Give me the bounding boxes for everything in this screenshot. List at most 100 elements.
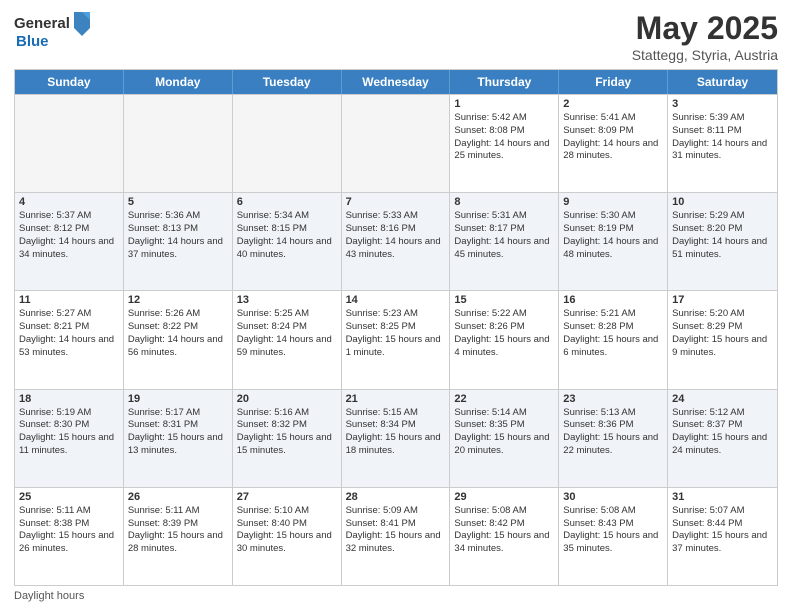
sunrise-text: Sunrise: 5:10 AM — [237, 505, 337, 518]
sunrise-text: Sunrise: 5:29 AM — [672, 210, 773, 223]
calendar-day-cell: 23 Sunrise: 5:13 AMSunset: 8:36 PMDayligh… — [559, 390, 668, 487]
sunset-text: Sunset: 8:15 PM — [237, 223, 337, 236]
day-number: 10 — [672, 196, 773, 208]
sunrise-text: Sunrise: 5:21 AM — [563, 308, 663, 321]
sunset-text: Sunset: 8:20 PM — [672, 223, 773, 236]
sunrise-text: Sunrise: 5:33 AM — [346, 210, 446, 223]
sunrise-text: Sunrise: 5:14 AM — [454, 407, 554, 420]
day-number: 1 — [454, 98, 554, 110]
sunrise-text: Sunrise: 5:34 AM — [237, 210, 337, 223]
sunset-text: Sunset: 8:34 PM — [346, 419, 446, 432]
daylight-text: Daylight: 14 hours and 53 minutes. — [19, 334, 119, 360]
day-number: 8 — [454, 196, 554, 208]
sunrise-text: Sunrise: 5:39 AM — [672, 112, 773, 125]
sunset-text: Sunset: 8:36 PM — [563, 419, 663, 432]
calendar-week-row: 1Sunrise: 5:42 AMSunset: 8:08 PMDaylight… — [15, 94, 777, 192]
sunrise-text: Sunrise: 5:07 AM — [672, 505, 773, 518]
day-number: 7 — [346, 196, 446, 208]
calendar-day-cell — [233, 95, 342, 192]
daylight-text: Daylight: 14 hours and 40 minutes. — [237, 236, 337, 262]
day-number: 29 — [454, 491, 554, 503]
calendar-day-cell: 11Sunrise: 5:27 AMSunset: 8:21 PMDayligh… — [15, 291, 124, 388]
day-number: 16 — [563, 294, 663, 306]
calendar-day-cell: 6Sunrise: 5:34 AMSunset: 8:15 PMDaylight… — [233, 193, 342, 290]
sunset-text: Sunset: 8:12 PM — [19, 223, 119, 236]
calendar-day-cell: 20Sunrise: 5:16 AMSunset: 8:32 PMDayligh… — [233, 390, 342, 487]
calendar-body: 1Sunrise: 5:42 AMSunset: 8:08 PMDaylight… — [15, 94, 777, 585]
calendar-day-cell: 17 Sunrise: 5:20 AMSunset: 8:29 PMDayligh… — [668, 291, 777, 388]
sunrise-text: Sunrise: 5:13 AM — [563, 407, 663, 420]
calendar-day-cell: 2Sunrise: 5:41 AMSunset: 8:09 PMDaylight… — [559, 95, 668, 192]
sunset-text: Sunset: 8:38 PM — [19, 518, 119, 531]
day-number: 9 — [563, 196, 663, 208]
daylight-text: Daylight: 14 hours and 56 minutes. — [128, 334, 228, 360]
sunset-text: Sunset: 8:19 PM — [563, 223, 663, 236]
day-number: 31 — [672, 491, 773, 503]
daylight-text: Daylight: 15 hours and 28 minutes. — [128, 530, 228, 556]
calendar-day-cell: 3Sunrise: 5:39 AMSunset: 8:11 PMDaylight… — [668, 95, 777, 192]
calendar-day-cell: 7Sunrise: 5:33 AMSunset: 8:16 PMDaylight… — [342, 193, 451, 290]
daylight-text: Daylight: 15 hours and 30 minutes. — [237, 530, 337, 556]
calendar-day-cell: 22Sunrise: 5:14 AMSunset: 8:35 PMDayligh… — [450, 390, 559, 487]
day-number: 17 — [672, 294, 773, 306]
sunrise-text: Sunrise: 5:19 AM — [19, 407, 119, 420]
sunset-text: Sunset: 8:41 PM — [346, 518, 446, 531]
calendar-day-header: Friday — [559, 70, 668, 94]
day-number: 4 — [19, 196, 119, 208]
sunrise-text: Sunrise: 5:20 AM — [672, 308, 773, 321]
day-number: 15 — [454, 294, 554, 306]
sunset-text: Sunset: 8:43 PM — [563, 518, 663, 531]
sunset-text: Sunset: 8:16 PM — [346, 223, 446, 236]
day-number: 30 — [563, 491, 663, 503]
calendar-day-cell: 25Sunrise: 5:11 AMSunset: 8:38 PMDayligh… — [15, 488, 124, 585]
calendar-day-cell: 15Sunrise: 5:22 AMSunset: 8:26 PMDayligh… — [450, 291, 559, 388]
calendar-day-cell — [15, 95, 124, 192]
day-number: 26 — [128, 491, 228, 503]
calendar-day-cell: 16Sunrise: 5:21 AMSunset: 8:28 PMDayligh… — [559, 291, 668, 388]
calendar: SundayMondayTuesdayWednesdayThursdayFrid… — [14, 69, 778, 586]
sunset-text: Sunset: 8:11 PM — [672, 125, 773, 138]
calendar-day-header: Tuesday — [233, 70, 342, 94]
daylight-text: Daylight: 15 hours and 11 minutes. — [19, 432, 119, 458]
calendar-day-cell: 28Sunrise: 5:09 AMSunset: 8:41 PMDayligh… — [342, 488, 451, 585]
sunset-text: Sunset: 8:40 PM — [237, 518, 337, 531]
sunset-text: Sunset: 8:22 PM — [128, 321, 228, 334]
sunrise-text: Sunrise: 5:36 AM — [128, 210, 228, 223]
daylight-text: Daylight: 15 hours and 22 minutes. — [563, 432, 663, 458]
page-subtitle: Stattegg, Styria, Austria — [632, 47, 778, 63]
sunrise-text: Sunrise: 5:11 AM — [19, 505, 119, 518]
logo: General Blue — [14, 10, 92, 51]
calendar-day-cell: 26Sunrise: 5:11 AMSunset: 8:39 PMDayligh… — [124, 488, 233, 585]
daylight-text: Daylight: 15 hours and 6 minutes. — [563, 334, 663, 360]
sunrise-text: Sunrise: 5:22 AM — [454, 308, 554, 321]
calendar-day-cell: 14Sunrise: 5:23 AMSunset: 8:25 PMDayligh… — [342, 291, 451, 388]
calendar-day-cell — [124, 95, 233, 192]
calendar-day-cell: 24Sunrise: 5:12 AMSunset: 8:37 PMDayligh… — [668, 390, 777, 487]
sunset-text: Sunset: 8:42 PM — [454, 518, 554, 531]
sunset-text: Sunset: 8:21 PM — [19, 321, 119, 334]
sunrise-text: Sunrise: 5:27 AM — [19, 308, 119, 321]
day-number: 19 — [128, 393, 228, 405]
calendar-day-cell: 27Sunrise: 5:10 AMSunset: 8:40 PMDayligh… — [233, 488, 342, 585]
day-number: 23 — [563, 393, 663, 405]
sunset-text: Sunset: 8:08 PM — [454, 125, 554, 138]
daylight-text: Daylight: 15 hours and 35 minutes. — [563, 530, 663, 556]
sunset-text: Sunset: 8:24 PM — [237, 321, 337, 334]
logo-icon — [72, 10, 92, 38]
daylight-text: Daylight: 14 hours and 48 minutes. — [563, 236, 663, 262]
sunrise-text: Sunrise: 5:12 AM — [672, 407, 773, 420]
sunset-text: Sunset: 8:32 PM — [237, 419, 337, 432]
logo-blue: Blue — [16, 34, 49, 51]
sunrise-text: Sunrise: 5:09 AM — [346, 505, 446, 518]
daylight-text: Daylight: 15 hours and 20 minutes. — [454, 432, 554, 458]
calendar-day-cell: 4Sunrise: 5:37 AMSunset: 8:12 PMDaylight… — [15, 193, 124, 290]
sunset-text: Sunset: 8:09 PM — [563, 125, 663, 138]
daylight-text: Daylight: 15 hours and 9 minutes. — [672, 334, 773, 360]
calendar-day-cell: 5Sunrise: 5:36 AMSunset: 8:13 PMDaylight… — [124, 193, 233, 290]
sunset-text: Sunset: 8:25 PM — [346, 321, 446, 334]
sunset-text: Sunset: 8:29 PM — [672, 321, 773, 334]
sunset-text: Sunset: 8:39 PM — [128, 518, 228, 531]
calendar-week-row: 25Sunrise: 5:11 AMSunset: 8:38 PMDayligh… — [15, 487, 777, 585]
sunrise-text: Sunrise: 5:16 AM — [237, 407, 337, 420]
daylight-text: Daylight: 15 hours and 32 minutes. — [346, 530, 446, 556]
